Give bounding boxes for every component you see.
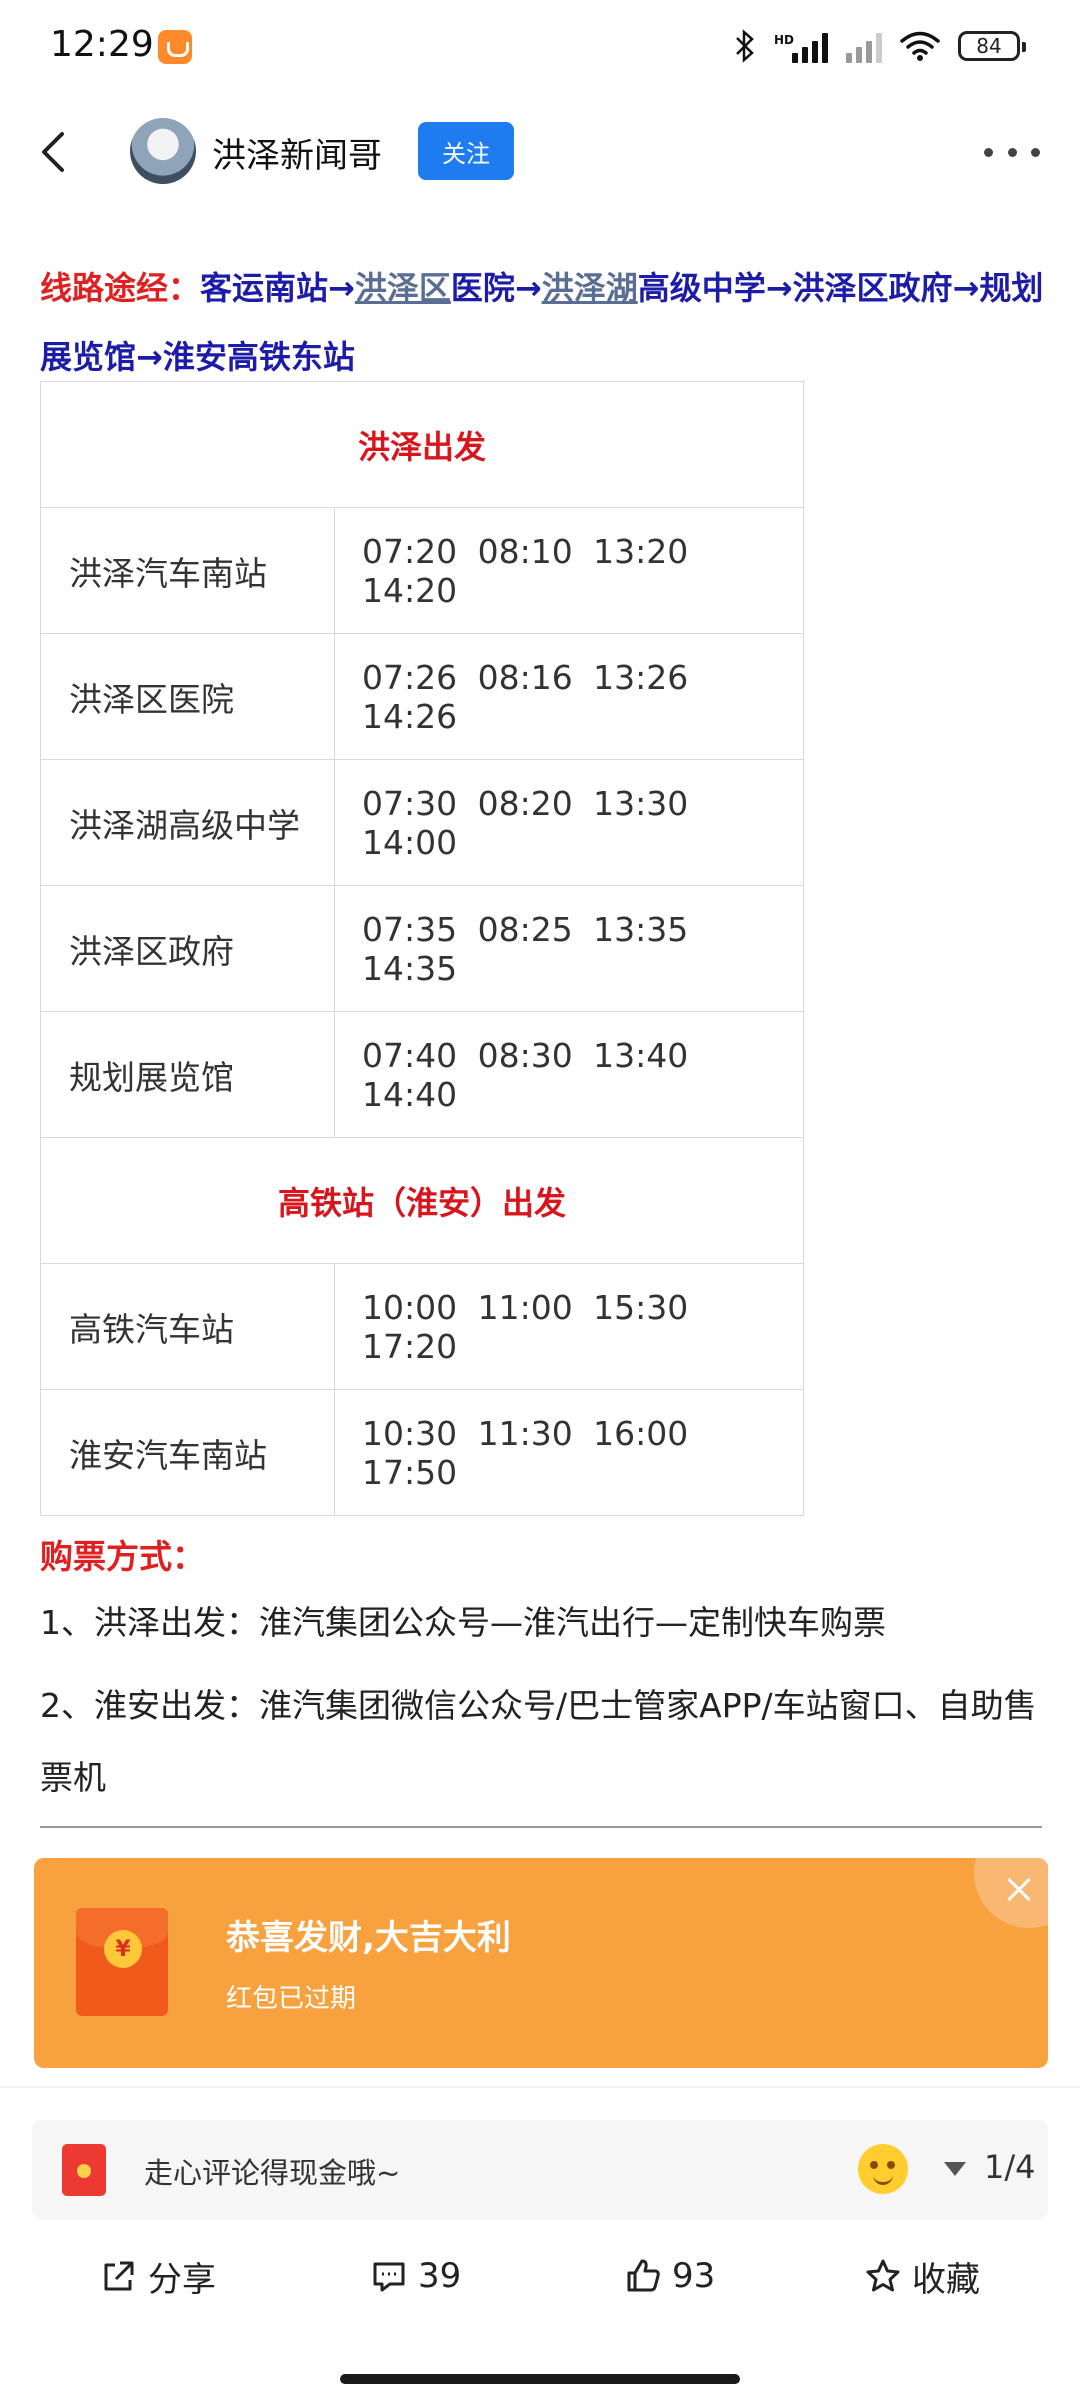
route-label: 线路途经： (40, 269, 201, 307)
home-indicator[interactable] (340, 2374, 740, 2384)
orange-app-icon (158, 30, 192, 64)
thumbs-up-icon (627, 2259, 660, 2292)
like-count: 93 (672, 2256, 716, 2296)
stop-name: 洪泽汽车南站 (40, 507, 335, 634)
table-row: 高铁汽车站 10:00 11:00 15:30 17:20 (40, 1263, 804, 1390)
section-row: 洪泽出发 (40, 381, 804, 508)
divider (40, 1826, 1042, 1828)
table-row: 淮安汽车南站 10:30 11:30 16:00 17:50 (40, 1389, 804, 1516)
stop-name: 淮安汽车南站 (40, 1389, 335, 1516)
departure-times: 10:00 11:00 15:30 17:20 (334, 1263, 804, 1390)
table-row: 洪泽区政府 07:35 08:25 13:35 14:35 (40, 885, 804, 1012)
section-row: 高铁站（淮安）出发 (40, 1137, 804, 1264)
stop-name: 高铁汽车站 (40, 1263, 335, 1390)
table-row: 洪泽湖高级中学 07:30 08:20 13:30 14:00 (40, 759, 804, 886)
table-row: 规划展览馆 07:40 08:30 13:40 14:40 (40, 1011, 804, 1138)
red-packet-status: 红包已过期 (226, 1984, 357, 2014)
route-link-district[interactable]: 洪泽区 (355, 269, 451, 307)
hd-label: HD (773, 33, 794, 47)
close-icon[interactable] (974, 1858, 1048, 1928)
favorite-button[interactable]: 收藏 (864, 2252, 980, 2300)
page-indicator[interactable]: 1/4 (984, 2148, 1036, 2186)
departure-times: 07:26 08:16 13:26 14:26 (334, 633, 804, 760)
stop-name: 洪泽区政府 (40, 885, 335, 1012)
departure-times: 07:30 08:20 13:30 14:00 (334, 759, 804, 886)
purchase-method-1: 1、洪泽出发：淮汽集团公众号—淮汽出行—定制快车购票 (40, 1603, 886, 1642)
section-divider (0, 2086, 1080, 2088)
back-icon[interactable] (36, 130, 76, 174)
favorite-label: 收藏 (912, 2259, 980, 2300)
departure-times: 07:35 08:25 13:35 14:35 (334, 885, 804, 1012)
signal-weak-icon (846, 29, 882, 63)
red-packet-icon (62, 2144, 106, 2196)
action-bar: 分享 39 93 收藏 (0, 2236, 1080, 2316)
wifi-icon (900, 31, 940, 61)
like-button[interactable]: 93 (624, 2252, 715, 2300)
comment-input[interactable]: 走心评论得现金哦~ (144, 2150, 400, 2192)
status-bar: 12:29 HD 84 (0, 0, 1080, 96)
route-description: 线路途经：客运南站→洪泽区医院→洪泽湖高级中学→洪泽区政府→规划展览馆→淮安高铁… (40, 254, 1050, 392)
dropdown-arrow-icon[interactable] (944, 2162, 966, 2176)
red-packet-title: 恭喜发财,大吉大利 (226, 1918, 511, 1958)
departure-times: 07:40 08:30 13:40 14:40 (334, 1011, 804, 1138)
purchase-method-2: 2、淮安出发：淮汽集团微信公众号/巴士管家APP/车站窗口、自助售票机 (40, 1686, 1037, 1797)
route-text-2: 医院→ (450, 269, 542, 307)
author-name[interactable]: 洪泽新闻哥 (212, 128, 382, 177)
section-title-huaian: 高铁站（淮安）出发 (40, 1137, 804, 1264)
status-time: 12:29 (50, 24, 154, 65)
emoji-icon[interactable] (858, 2144, 908, 2194)
schedule-table: 洪泽出发 洪泽汽车南站 07:20 08:10 13:20 14:20 洪泽区医院… (40, 381, 804, 1516)
stop-name: 洪泽区医院 (40, 633, 335, 760)
star-icon (866, 2259, 900, 2292)
comment-icon (373, 2262, 405, 2292)
article-header: 洪泽新闻哥 关注 (0, 110, 1080, 194)
stop-name: 洪泽湖高级中学 (40, 759, 335, 886)
battery-icon: 84 (958, 31, 1026, 61)
share-button[interactable]: 分享 (100, 2252, 216, 2300)
comment-count: 39 (418, 2256, 462, 2296)
stop-name: 规划展览馆 (40, 1011, 335, 1138)
red-envelope-icon: ¥ (76, 1908, 168, 2016)
route-link-lake[interactable]: 洪泽湖 (542, 269, 638, 307)
comment-bar[interactable]: 走心评论得现金哦~ 1/4 (32, 2120, 1048, 2220)
departure-times: 10:30 11:30 16:00 17:50 (334, 1389, 804, 1516)
bluetooth-icon (736, 29, 754, 63)
table-row: 洪泽汽车南站 07:20 08:10 13:20 14:20 (40, 507, 804, 634)
status-icons: HD 84 (734, 26, 1026, 66)
follow-button[interactable]: 关注 (418, 122, 514, 180)
departure-times: 07:20 08:10 13:20 14:20 (334, 507, 804, 634)
signal-icon: HD (774, 29, 828, 63)
avatar[interactable] (130, 118, 196, 184)
red-packet-card[interactable]: ¥ 恭喜发财,大吉大利 红包已过期 (34, 1858, 1048, 2068)
battery-level: 84 (976, 34, 1002, 58)
section-title-hongze: 洪泽出发 (40, 381, 804, 508)
route-text-1: 客运南站→ (200, 269, 355, 307)
share-label: 分享 (148, 2259, 216, 2300)
comment-button[interactable]: 39 (370, 2252, 461, 2300)
table-row: 洪泽区医院 07:26 08:16 13:26 14:26 (40, 633, 804, 760)
cut-off-text (40, 198, 51, 220)
more-icon[interactable] (984, 138, 1040, 166)
purchase-title: 购票方式： (40, 1537, 205, 1576)
share-icon (104, 2261, 134, 2291)
coin-icon: ¥ (104, 1930, 142, 1968)
